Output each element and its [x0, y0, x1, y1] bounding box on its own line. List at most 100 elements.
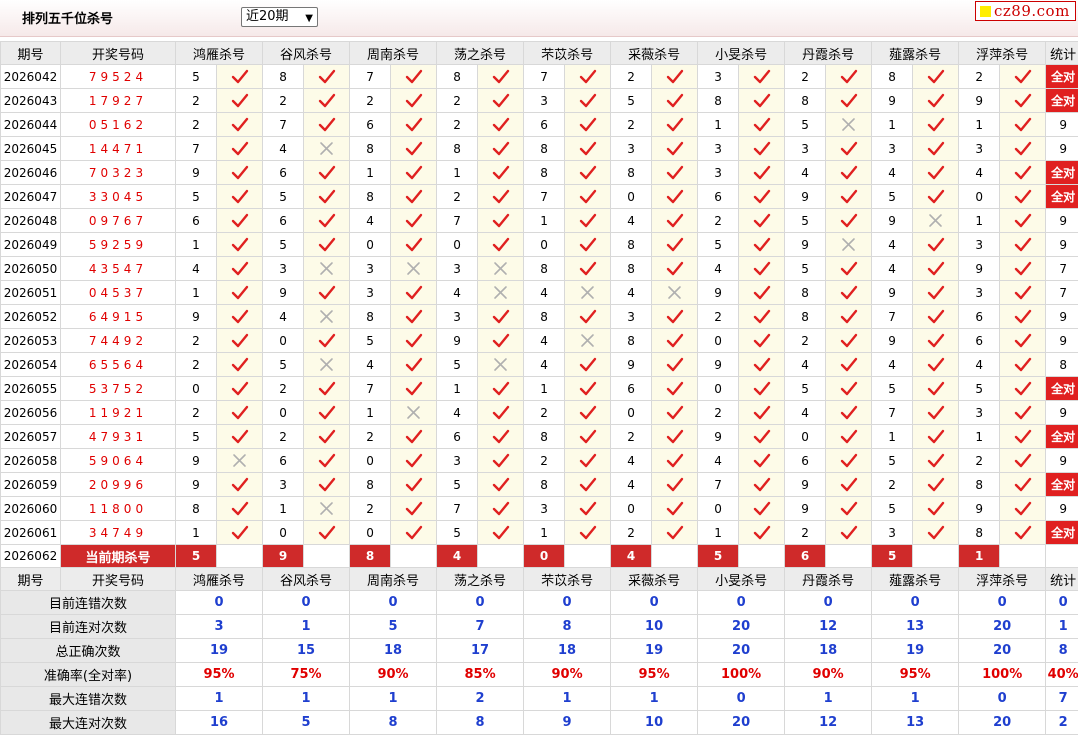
kill-number: 8: [524, 425, 565, 449]
stats-row: 目前连对次数3157810201213201: [1, 615, 1078, 639]
issue-number: 2026050: [1, 257, 61, 281]
result-mark: [739, 449, 785, 473]
result-mark: [739, 497, 785, 521]
stats-value: 1: [263, 615, 350, 639]
result-mark: [217, 521, 263, 545]
result-mark: [739, 377, 785, 401]
check-icon: [492, 453, 510, 469]
result-mark: [739, 353, 785, 377]
check-icon: [666, 429, 684, 445]
check-icon: [927, 165, 945, 181]
check-icon: [840, 309, 858, 325]
kill-number: 5: [176, 185, 217, 209]
current-blank: [391, 545, 437, 568]
check-icon: [492, 405, 510, 421]
result-mark: [304, 65, 350, 89]
kill-number: 3: [263, 257, 304, 281]
result-mark: [565, 305, 611, 329]
kill-number: 1: [350, 161, 391, 185]
result-mark: [391, 425, 437, 449]
period-select-value: 近20期: [246, 9, 289, 24]
kill-number: 2: [263, 377, 304, 401]
result-mark: [478, 281, 524, 305]
kill-number: 4: [872, 353, 913, 377]
kill-number: 8: [176, 497, 217, 521]
kill-number: 1: [524, 377, 565, 401]
row-stat: 9: [1046, 449, 1078, 473]
check-icon: [1014, 525, 1032, 541]
check-icon: [405, 381, 423, 397]
check-icon: [405, 93, 423, 109]
issue-number: 2026045: [1, 137, 61, 161]
current-label: 当前期杀号: [61, 545, 176, 568]
kill-number: 7: [350, 65, 391, 89]
draw-number: 20996: [61, 473, 176, 497]
result-mark: [391, 497, 437, 521]
kill-number: 5: [872, 185, 913, 209]
issue-number: 2026046: [1, 161, 61, 185]
kill-number: 9: [785, 473, 826, 497]
stats-value: 20: [959, 639, 1046, 663]
column-header-expert: 鸿雁杀号: [176, 42, 263, 65]
stats-value: 0: [524, 591, 611, 615]
result-mark: [391, 305, 437, 329]
issue-number: 2026048: [1, 209, 61, 233]
kill-number: 6: [524, 113, 565, 137]
kill-number: 1: [437, 377, 478, 401]
check-icon: [579, 405, 597, 421]
result-mark: [826, 521, 872, 545]
result-mark: [391, 113, 437, 137]
check-icon: [492, 189, 510, 205]
check-icon: [1014, 429, 1032, 445]
result-mark: [304, 185, 350, 209]
check-icon: [1014, 165, 1032, 181]
result-mark: [739, 425, 785, 449]
kill-number: 5: [176, 425, 217, 449]
result-mark: [739, 281, 785, 305]
check-icon: [579, 213, 597, 229]
kill-number: 7: [437, 497, 478, 521]
check-icon: [492, 237, 510, 253]
stats-value: 20: [698, 615, 785, 639]
check-icon: [927, 309, 945, 325]
check-icon: [318, 237, 336, 253]
kill-number: 9: [176, 305, 217, 329]
result-mark: [739, 185, 785, 209]
kill-number: 5: [263, 233, 304, 257]
kill-number: 0: [176, 377, 217, 401]
check-icon: [840, 93, 858, 109]
period-select[interactable]: 近20期▼: [241, 7, 318, 27]
check-icon: [927, 285, 945, 301]
row-stat: 9: [1046, 137, 1078, 161]
kill-number: 3: [350, 257, 391, 281]
row-stat: 9: [1046, 329, 1078, 353]
issue-number: 2026047: [1, 185, 61, 209]
result-mark: [565, 257, 611, 281]
result-mark: [826, 353, 872, 377]
kill-number: 2: [959, 449, 1000, 473]
check-icon: [492, 525, 510, 541]
kill-number: 5: [437, 473, 478, 497]
kill-number: 4: [263, 305, 304, 329]
kill-number: 0: [350, 449, 391, 473]
kill-number: 2: [698, 209, 739, 233]
result-mark: [913, 257, 959, 281]
stats-column-header-draw: 开奖号码: [61, 568, 176, 591]
result-mark: [304, 89, 350, 113]
check-icon: [579, 501, 597, 517]
kill-number: 1: [872, 113, 913, 137]
result-mark: [1000, 329, 1046, 353]
current-blank: [478, 545, 524, 568]
issue-number: 2026053: [1, 329, 61, 353]
site-logo[interactable]: cz89.com: [975, 1, 1076, 21]
result-mark: [826, 113, 872, 137]
result-mark: [565, 209, 611, 233]
result-mark: [217, 161, 263, 185]
stats-value: 20: [698, 711, 785, 735]
stats-value: 90%: [785, 663, 872, 687]
result-mark: [217, 449, 263, 473]
result-mark: [304, 305, 350, 329]
result-mark: [217, 185, 263, 209]
logo-square-icon: [980, 6, 991, 17]
check-icon: [405, 453, 423, 469]
